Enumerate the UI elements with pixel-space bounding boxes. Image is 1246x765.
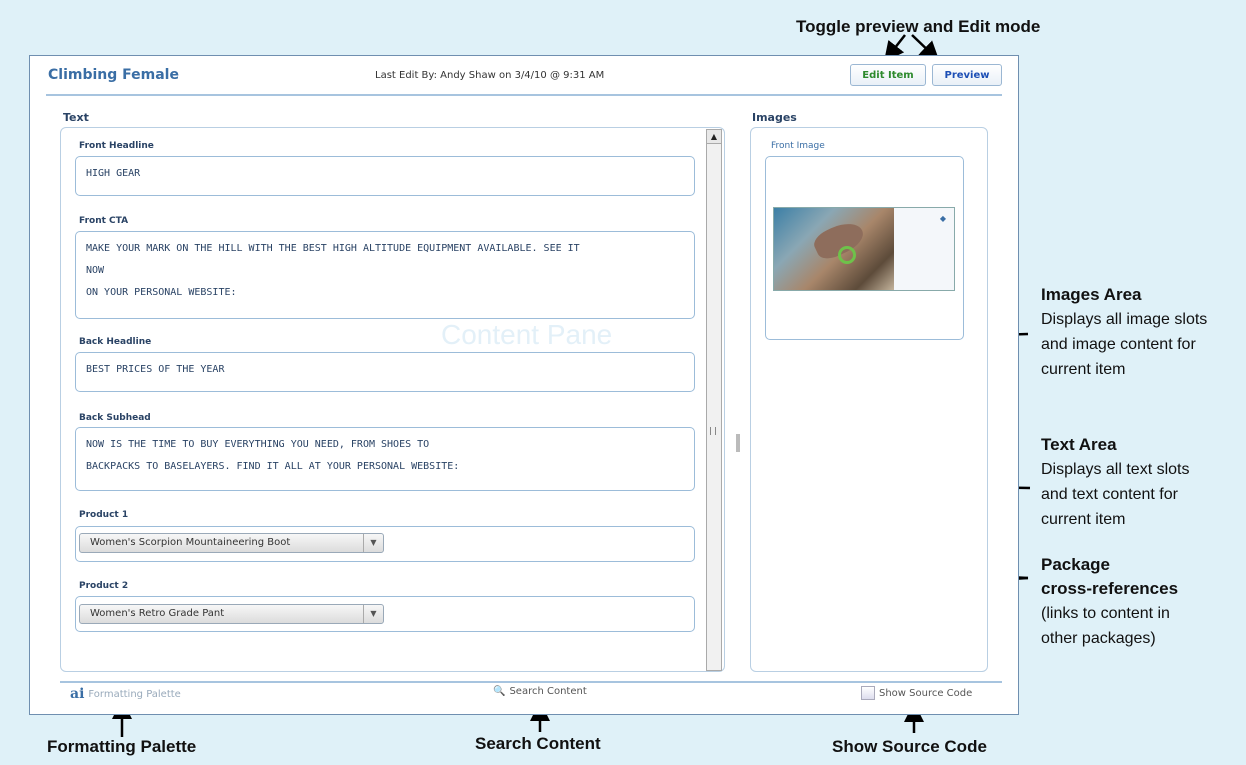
pane-splitter-handle[interactable] xyxy=(736,434,740,452)
field-text-line: BEST PRICES OF THE YEAR xyxy=(86,364,225,375)
field-text-line: NOW xyxy=(86,265,105,276)
text-pane-scrollbar[interactable]: ▲ xyxy=(706,129,722,671)
images-desc-line: Displays all image slots xyxy=(1041,311,1208,328)
product-1-select[interactable]: Women's Scorpion Mountaineering Boot ▼ xyxy=(79,533,384,553)
scroll-grip[interactable] xyxy=(710,427,716,435)
images-desc-line: and image content for xyxy=(1041,336,1196,353)
back-subhead-field[interactable]: NOW IS THE TIME TO BUY EVERYTHING YOU NE… xyxy=(75,427,695,491)
front-image-label: Front Image xyxy=(771,141,825,151)
scroll-up-arrow-icon[interactable]: ▲ xyxy=(707,130,721,144)
item-title: Climbing Female xyxy=(48,67,179,83)
field-text-line: ON YOUR PERSONAL WEBSITE: xyxy=(86,287,237,298)
field-text-line: BACKPACKS TO BASELAYERS. FIND IT ALL AT … xyxy=(86,461,460,472)
images-desc-line: current item xyxy=(1041,361,1126,378)
editor-window: Climbing Female Last Edit By: Andy Shaw … xyxy=(29,55,1019,715)
field-text-line: MAKE YOUR MARK ON THE HILL WITH THE BEST… xyxy=(86,243,580,254)
search-icon: 🔍 xyxy=(493,686,506,697)
product-2-value: Women's Retro Grade Pant xyxy=(90,608,225,619)
product-2-label: Product 2 xyxy=(79,581,129,591)
text-desc-line: Displays all text slots xyxy=(1041,461,1190,478)
product-1-label: Product 1 xyxy=(79,510,129,520)
formatting-palette-text: Formatting Palette xyxy=(88,688,181,700)
product-1-value: Women's Scorpion Mountaineering Boot xyxy=(90,537,291,548)
package-title-line: cross-references xyxy=(1041,579,1179,598)
back-subhead-label: Back Subhead xyxy=(79,413,151,423)
rope-coil xyxy=(838,246,856,264)
preview-button[interactable]: Preview xyxy=(932,64,1002,86)
formatting-palette-icon: ai xyxy=(70,686,85,702)
search-content-callout: Search Content xyxy=(475,734,601,753)
package-callout-desc: (links to content in other packages) xyxy=(1041,601,1170,651)
formatting-palette-link[interactable]: ai Formatting Palette xyxy=(70,686,181,702)
images-area-callout-desc: Displays all image slots and image conte… xyxy=(1041,307,1207,382)
front-image-thumbnail[interactable]: ◆ xyxy=(773,207,955,291)
field-text-line: HIGH GEAR xyxy=(86,168,141,179)
chevron-down-icon[interactable]: ▼ xyxy=(363,605,383,623)
package-title-line: Package xyxy=(1041,555,1110,574)
front-cta-field[interactable]: MAKE YOUR MARK ON THE HILL WITH THE BEST… xyxy=(75,231,695,319)
formatting-palette-callout: Formatting Palette xyxy=(47,737,197,756)
front-headline-label: Front Headline xyxy=(79,141,154,151)
source-code-icon xyxy=(861,686,875,700)
package-desc-line: (links to content in xyxy=(1041,605,1170,622)
package-callout-title: Package cross-references xyxy=(1041,553,1178,601)
text-desc-line: current item xyxy=(1041,511,1126,528)
text-area-callout-title: Text Area xyxy=(1041,435,1117,454)
text-desc-line: and text content for xyxy=(1041,486,1178,503)
climber-photo xyxy=(774,208,894,290)
text-area-callout-desc: Displays all text slots and text content… xyxy=(1041,457,1190,532)
image-options-icon[interactable]: ◆ xyxy=(940,214,946,223)
show-source-code-text: Show Source Code xyxy=(879,687,973,699)
header-divider xyxy=(46,94,1002,96)
field-text-line: NOW IS THE TIME TO BUY EVERYTHING YOU NE… xyxy=(86,439,430,450)
front-headline-field[interactable]: HIGH GEAR xyxy=(75,156,695,196)
edit-item-button[interactable]: Edit Item xyxy=(850,64,926,86)
show-source-code-link[interactable]: Show Source Code xyxy=(861,686,972,700)
last-edit-info: Last Edit By: Andy Shaw on 3/4/10 @ 9:31… xyxy=(375,70,605,81)
content-pane-watermark: Content Pane xyxy=(441,319,613,350)
images-section-label: Images xyxy=(752,111,797,124)
back-headline-field[interactable]: BEST PRICES OF THE YEAR xyxy=(75,352,695,392)
chevron-down-icon[interactable]: ▼ xyxy=(363,534,383,552)
product-2-select[interactable]: Women's Retro Grade Pant ▼ xyxy=(79,604,384,624)
search-content-text: Search Content xyxy=(509,686,587,697)
footer-divider xyxy=(60,681,1002,683)
show-source-code-callout: Show Source Code xyxy=(832,737,987,756)
images-area-callout-title: Images Area xyxy=(1041,285,1142,304)
back-headline-label: Back Headline xyxy=(79,337,152,347)
search-content-link[interactable]: 🔍 Search Content xyxy=(493,686,587,697)
text-pane xyxy=(60,127,725,672)
toggle-callout: Toggle preview and Edit mode xyxy=(796,17,1041,36)
front-cta-label: Front CTA xyxy=(79,216,129,226)
package-desc-line: other packages) xyxy=(1041,630,1156,647)
text-section-label: Text xyxy=(63,111,89,124)
